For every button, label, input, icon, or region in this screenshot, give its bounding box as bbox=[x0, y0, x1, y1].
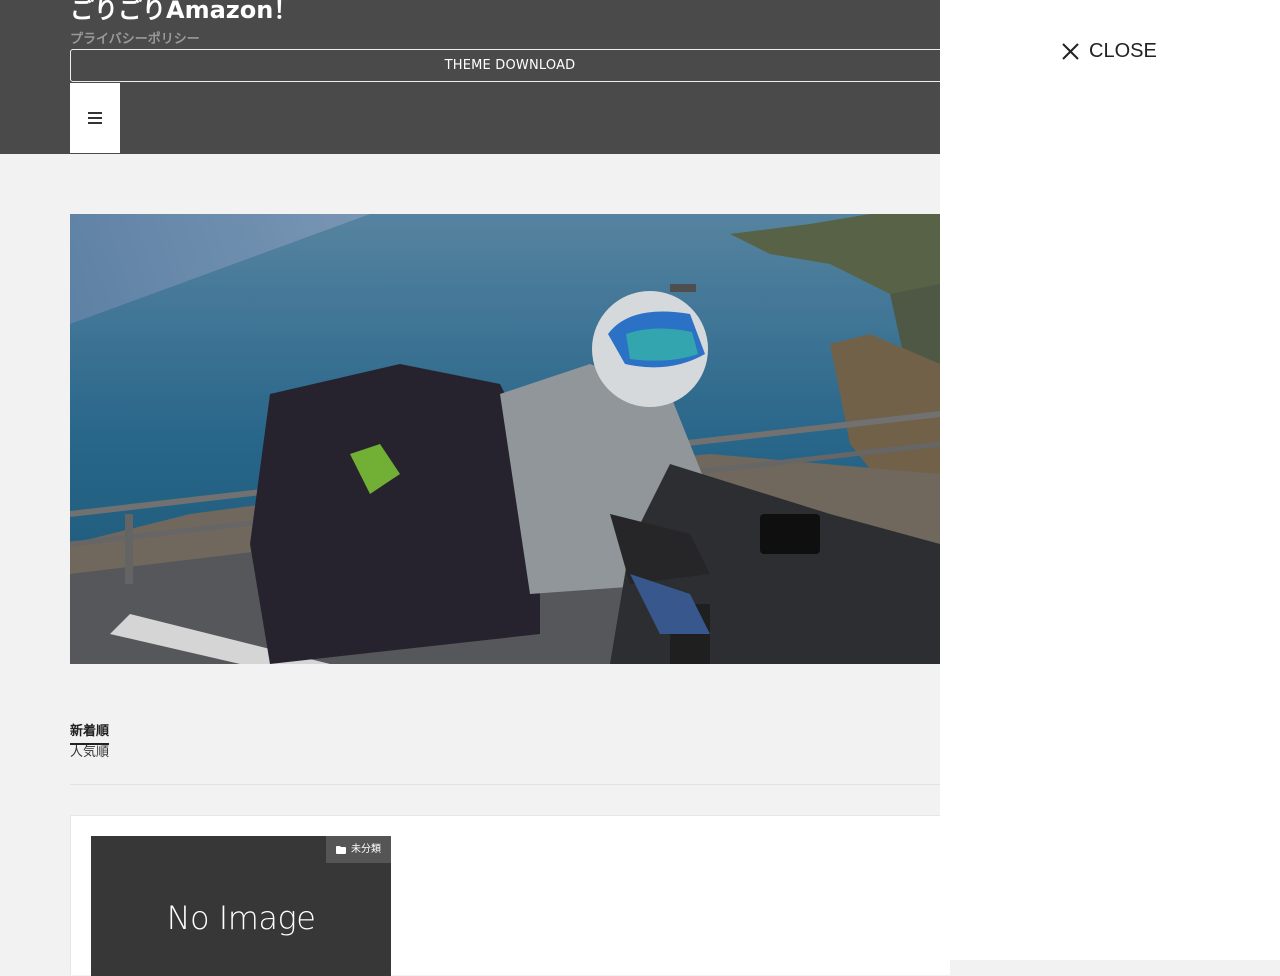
sort-popular-tab[interactable]: 人気順 bbox=[70, 743, 109, 763]
no-image-placeholder: No Image bbox=[166, 899, 316, 937]
post-thumbnail[interactable]: No Image 未分類 bbox=[91, 836, 391, 976]
hero-image bbox=[70, 214, 940, 664]
motorcycle-rider-coast-photo bbox=[70, 214, 940, 664]
theme-download-button[interactable]: THEME DOWNLOAD bbox=[70, 49, 950, 82]
category-badge[interactable]: 未分類 bbox=[326, 836, 391, 863]
folder-icon bbox=[336, 845, 346, 854]
close-label: CLOSE bbox=[1089, 40, 1157, 62]
site-description[interactable]: プライバシーポリシー bbox=[70, 31, 200, 49]
divider bbox=[70, 784, 940, 785]
menu-button[interactable] bbox=[70, 83, 120, 153]
sort-newest-tab[interactable]: 新着順 bbox=[70, 722, 110, 745]
site-header: ごりごりAmazon！ プライバシーポリシー THEME DOWNLOAD bbox=[0, 0, 950, 154]
side-drawer bbox=[940, 0, 1280, 960]
site-title[interactable]: ごりごりAmazon！ bbox=[70, 0, 297, 28]
close-button[interactable]: CLOSE bbox=[1062, 38, 1157, 64]
hamburger-menu-icon bbox=[88, 112, 102, 124]
close-icon bbox=[1062, 42, 1079, 60]
post-card[interactable]: No Image 未分類 bbox=[70, 815, 950, 976]
category-label: 未分類 bbox=[351, 844, 381, 855]
